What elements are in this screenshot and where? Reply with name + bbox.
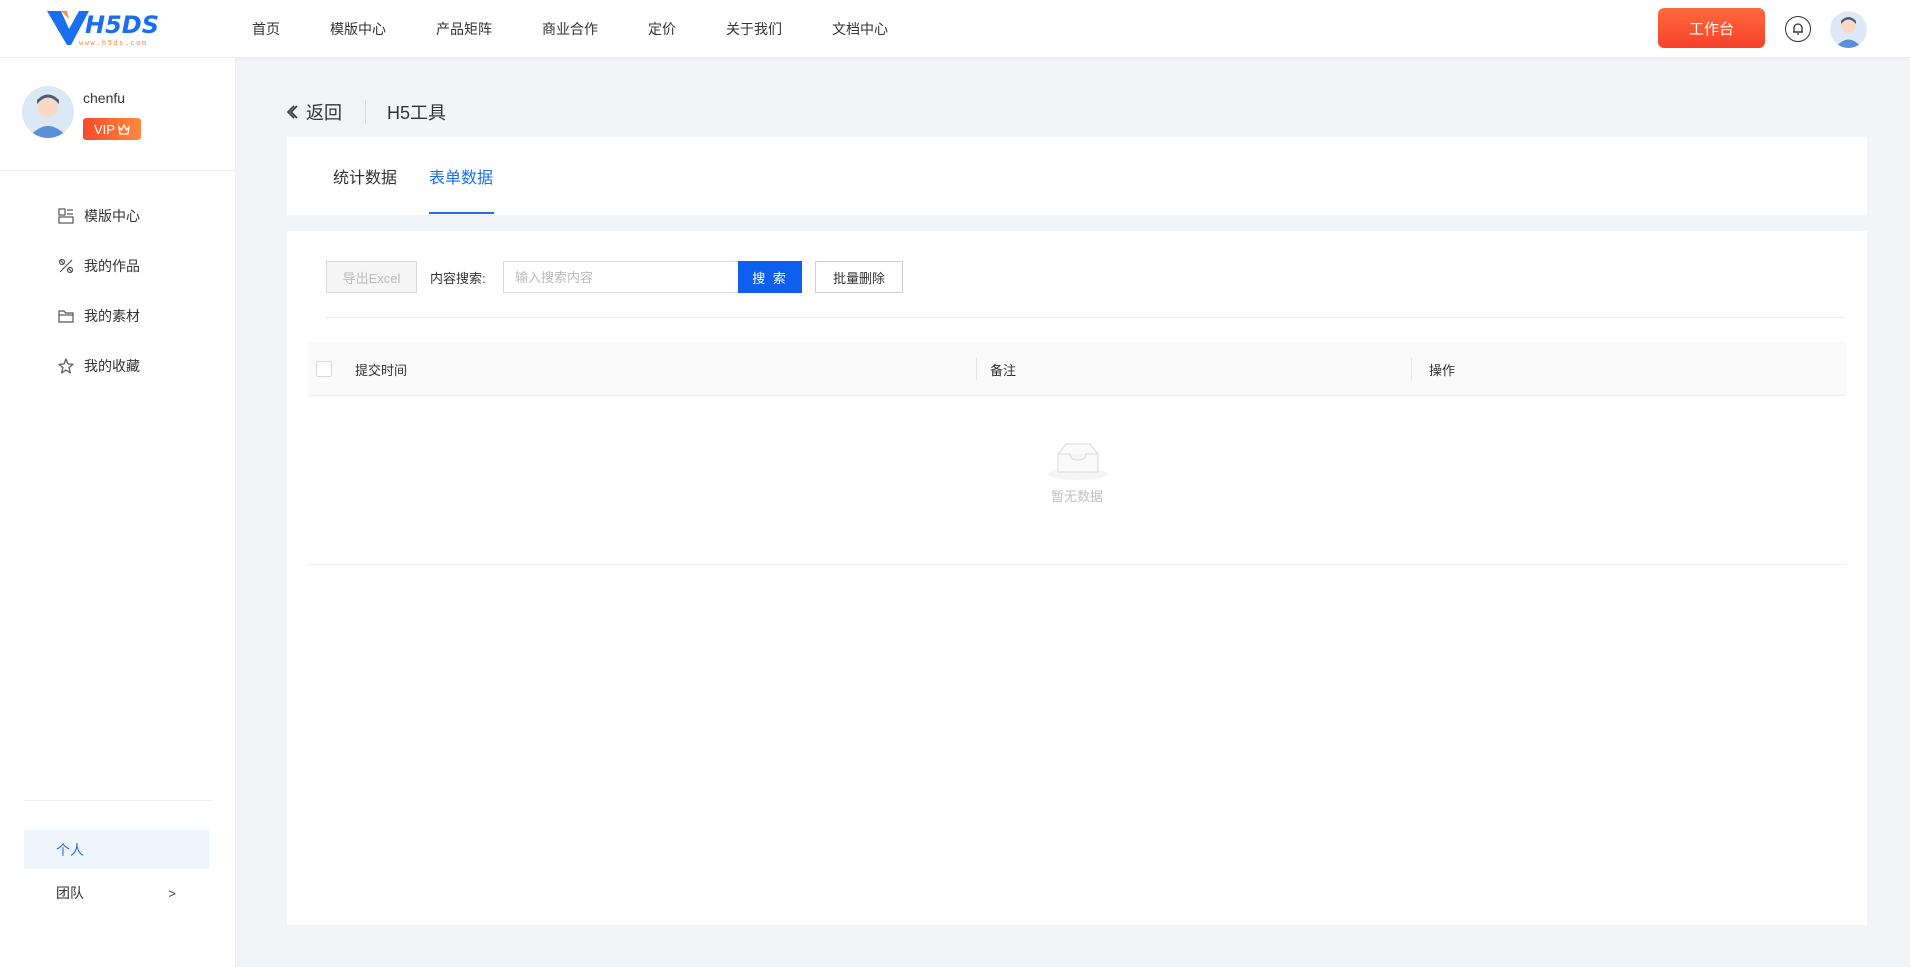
sidebar-item-label: 我的素材 [84,308,140,324]
sidebar: chenfu VIP 模版中心 我的作品 我的素材 我的收藏 个人 团队 > [0,58,236,967]
sidebar-item-personal[interactable]: 个人 [24,830,209,869]
chevron-right-icon: > [168,885,176,901]
sidebar-divider [0,170,235,171]
sidebar-item-favorites[interactable]: 我的收藏 [57,341,140,391]
nav-home[interactable]: 首页 [252,19,280,39]
page-title: H5工具 [387,103,447,123]
nav-pricing[interactable]: 定价 [648,19,676,39]
table-header: 提交时间 备注 操作 [308,342,1846,396]
column-header-actions: 操作 [1429,362,1456,378]
empty-text: 暂无数据 [1050,489,1103,504]
search-button[interactable]: 搜 索 [738,261,802,293]
export-excel-button[interactable]: 导出Excel [326,261,417,293]
nav-templates[interactable]: 模版中心 [330,19,386,39]
sidebar-item-materials[interactable]: 我的素材 [57,291,140,341]
template-icon [57,207,75,225]
column-header-submit-time[interactable]: 提交时间 [355,342,407,396]
star-icon [57,357,75,375]
workbench-button[interactable]: 工作台 [1658,8,1765,48]
sidebar-item-templates[interactable]: 模版中心 [57,191,140,241]
crown-icon [118,123,130,135]
profile-avatar[interactable] [22,86,74,138]
h5ds-logo[interactable]: H5DS www.h5ds.com [45,7,190,49]
form-data-panel: 导出Excel 内容搜索: 搜 索 批量删除 提交时间 备注 操作 暂无数据 [287,231,1867,925]
tab-form-data[interactable]: 表单数据 [429,137,493,215]
vip-label: VIP [94,121,115,137]
nav-docs[interactable]: 文档中心 [832,19,888,39]
nav-products[interactable]: 产品矩阵 [436,19,492,39]
column-header-remark[interactable]: 备注 [990,342,1016,396]
vip-badge[interactable]: VIP [83,118,141,140]
select-all-checkbox[interactable] [316,361,332,377]
folder-icon [57,307,75,325]
bell-icon[interactable] [1785,16,1811,42]
works-icon [57,257,75,275]
back-label: 返回 [306,103,342,123]
sidebar-divider [24,800,212,801]
empty-inbox-icon [1048,443,1108,480]
header-divider [365,100,366,124]
svg-text:H5DS: H5DS [85,11,159,39]
user-avatar[interactable] [1830,11,1867,48]
top-navbar: H5DS www.h5ds.com 首页 模版中心 产品矩阵 商业合作 定价 关… [0,0,1910,58]
sidebar-menu: 模版中心 我的作品 我的素材 我的收藏 [57,191,140,391]
sidebar-item-label: 模版中心 [84,208,140,224]
tabs-card: 统计数据 表单数据 [287,137,1867,215]
sidebar-item-works[interactable]: 我的作品 [57,241,140,291]
sidebar-item-label: 我的收藏 [84,358,140,374]
search-label: 内容搜索: [430,271,486,286]
sidebar-item-team[interactable]: 团队 > [24,873,209,913]
column-divider [976,358,977,380]
toolbar-divider [326,317,1845,318]
back-button[interactable]: 返回 [285,99,342,125]
chevron-left-icon [286,105,298,119]
svg-text:www.h5ds.com: www.h5ds.com [79,39,148,47]
search-input[interactable] [503,261,739,293]
empty-state: 暂无数据 [308,396,1846,565]
batch-delete-button[interactable]: 批量删除 [815,261,903,293]
active-tab-indicator [429,212,494,214]
team-label: 团队 [56,885,84,901]
sidebar-item-label: 我的作品 [84,258,140,274]
username: chenfu [83,90,126,106]
main-nav: 首页 模版中心 产品矩阵 商业合作 定价 关于我们 文档中心 [252,0,938,58]
nav-about[interactable]: 关于我们 [726,19,782,39]
nav-business[interactable]: 商业合作 [542,19,598,39]
tab-stats[interactable]: 统计数据 [333,137,397,215]
column-divider [1411,358,1412,380]
